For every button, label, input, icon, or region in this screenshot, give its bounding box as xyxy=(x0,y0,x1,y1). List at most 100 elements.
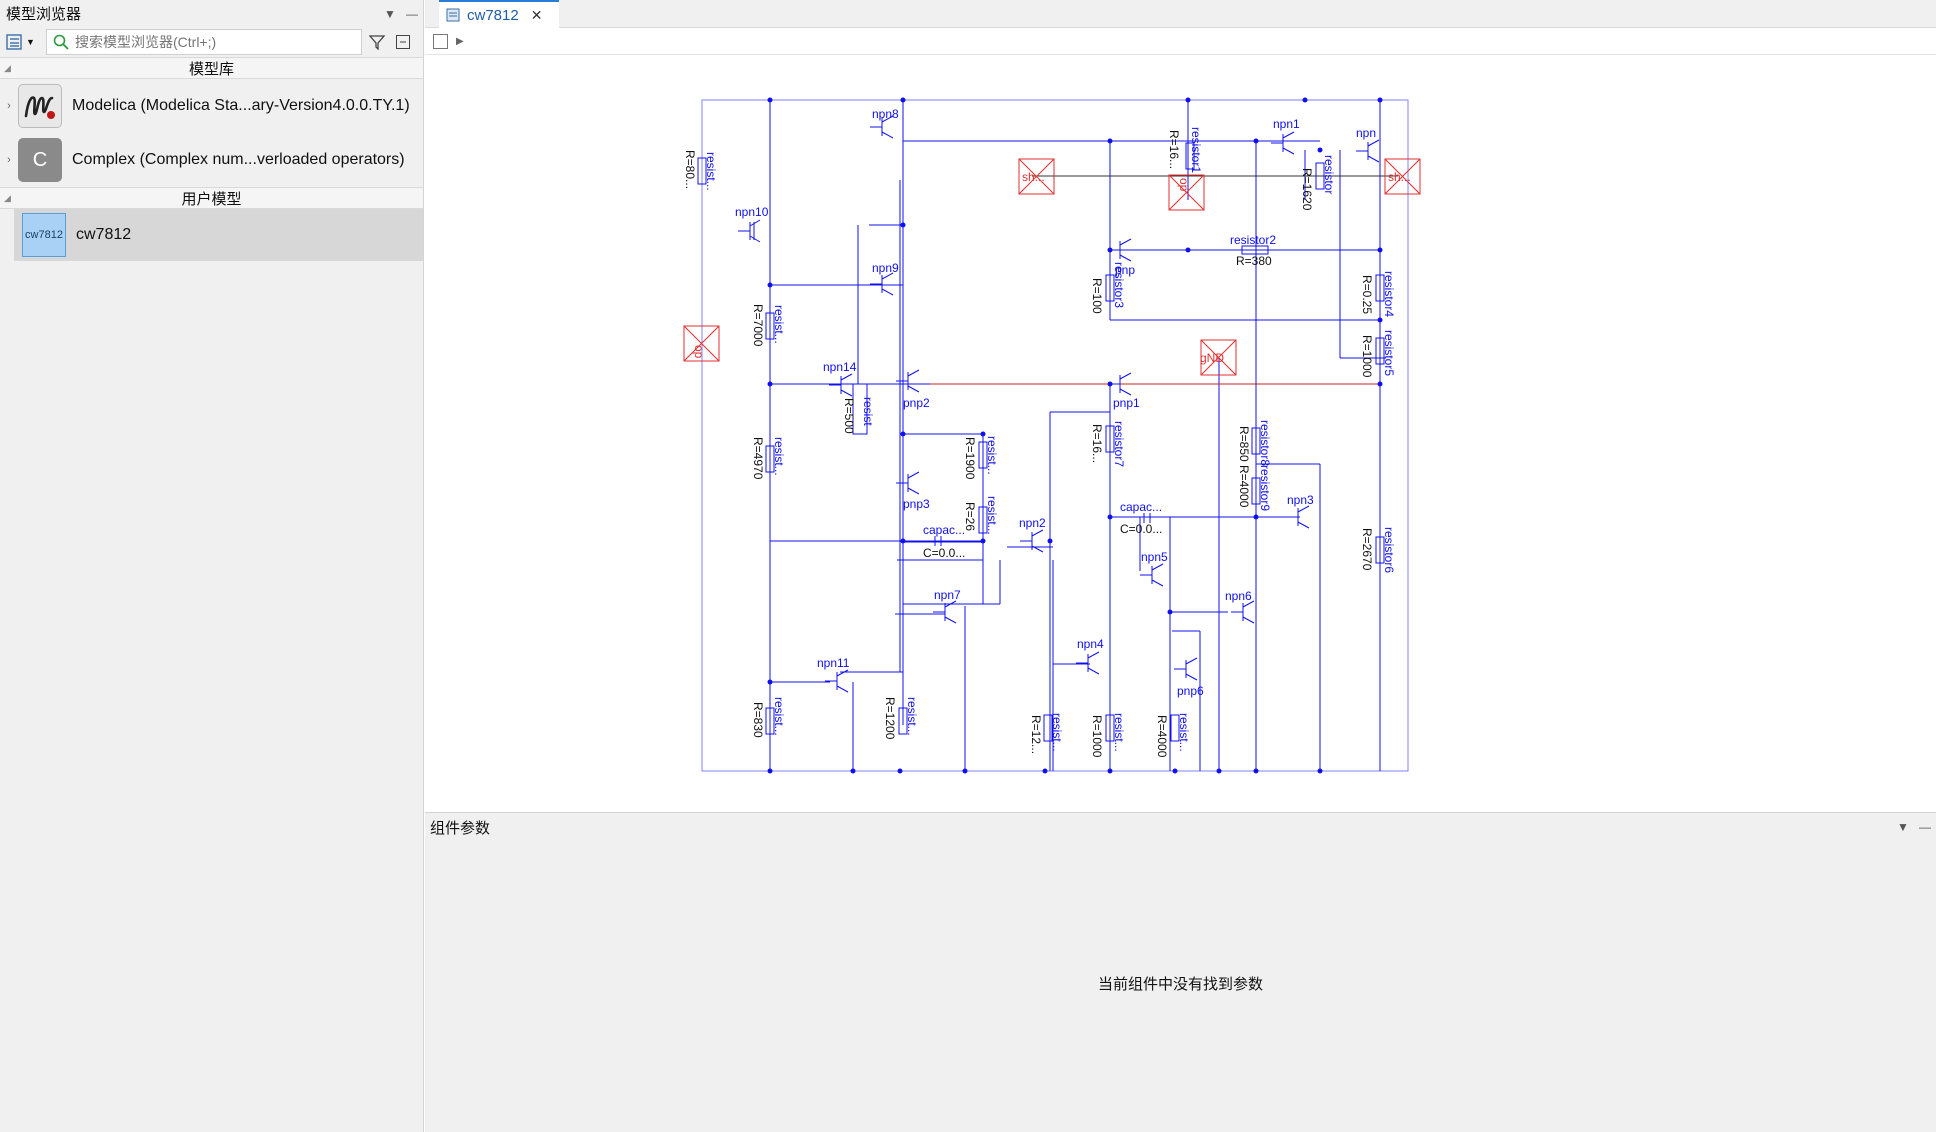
value-r4000: R=4000 xyxy=(1237,465,1251,508)
library-section-header[interactable]: ◢ 模型库 xyxy=(0,57,423,79)
value-r80: R=80... xyxy=(683,150,697,189)
search-icon xyxy=(53,34,69,50)
resistor-glyphs xyxy=(697,142,1385,742)
label-npn9: npn9 xyxy=(872,261,899,275)
label-resist: resist... xyxy=(772,305,786,344)
value-r2670: R=2670 xyxy=(1360,528,1374,571)
value-r12: R=12... xyxy=(1029,715,1043,754)
model-icon: cw7812 xyxy=(22,213,66,257)
model-browser-panel: 模型浏览器 ▼ — ▼ ◢ 模型库 xyxy=(0,0,424,1132)
user-model-label: cw7812 xyxy=(76,226,132,243)
component-params-panel: 组件参数 ▼ — 当前组件中没有找到参数 xyxy=(425,812,1936,1132)
label-resist: resist... xyxy=(772,697,786,736)
minimize-icon[interactable]: — xyxy=(401,3,423,25)
label-resistor5: resistor5 xyxy=(1382,330,1396,376)
search-box[interactable] xyxy=(46,29,362,55)
chevron-right-icon[interactable]: › xyxy=(0,100,18,112)
label-npn8: npn8 xyxy=(872,107,899,121)
chevron-down-icon: ▼ xyxy=(26,37,35,47)
value-c: C=0.0... xyxy=(923,546,965,560)
tab-label: cw7812 xyxy=(467,6,519,24)
user-models-section-header[interactable]: ◢ 用户模型 xyxy=(0,187,423,209)
value-r26: R=26 xyxy=(963,502,977,531)
label-capac-2: capac... xyxy=(1120,500,1162,514)
value-r500: R=500 xyxy=(842,398,856,434)
value-r380: R=380 xyxy=(1236,254,1272,268)
label-pnp3: pnp3 xyxy=(903,497,930,511)
label-resist: resist... xyxy=(1050,713,1064,752)
diagram-canvas[interactable]: npn8 npn10 npn9 npn14 pnp2 pnp3 npn7 npn… xyxy=(425,56,1936,812)
label-resist: resist... xyxy=(985,436,999,475)
label-npn11: npn11 xyxy=(817,656,850,670)
params-empty-message: 当前组件中没有找到参数 xyxy=(1097,976,1263,993)
label-npn1: npn1 xyxy=(1273,117,1300,131)
collapse-triangle-icon: ◢ xyxy=(4,63,11,73)
label-resistor6: resistor6 xyxy=(1382,527,1396,573)
label-pnp6: pnp6 xyxy=(1177,684,1204,698)
label-npn7: npn7 xyxy=(934,588,961,602)
value-r4970: R=4970 xyxy=(751,437,765,480)
label-sh-2: sh... xyxy=(1388,170,1411,184)
chevron-right-icon[interactable]: › xyxy=(0,154,18,166)
library-item-complex[interactable]: › C Complex (Complex num...verloaded ope… xyxy=(0,133,423,187)
play-arrow-icon[interactable]: ▶ xyxy=(456,36,464,47)
value-r1900: R=1900 xyxy=(963,437,977,480)
dropdown-icon[interactable]: ▼ xyxy=(379,3,401,25)
params-header: 组件参数 ▼ — xyxy=(425,813,1936,841)
library-item-modelica[interactable]: › Modelica (Modelica Sta...ary-Version4.… xyxy=(0,79,423,133)
label-resistor: resistor xyxy=(1322,155,1336,194)
value-c-2: C=0.0... xyxy=(1120,522,1162,536)
editor-tab-bar: cw7812 ✕ xyxy=(425,0,1936,28)
value-r1620: R=1620 xyxy=(1300,168,1314,211)
library-section-label: 模型库 xyxy=(188,60,234,78)
label-npn: npn xyxy=(1356,126,1376,140)
checkbox[interactable] xyxy=(433,34,448,49)
label-pnp1: pnp1 xyxy=(1113,396,1140,410)
label-gnd: gND xyxy=(1200,351,1224,365)
label-npn6: npn6 xyxy=(1225,589,1252,603)
value-r7000: R=7000 xyxy=(751,304,765,347)
tree-view-icon xyxy=(6,34,22,50)
value-r1000: R=1000 xyxy=(1360,335,1374,378)
model-file-icon xyxy=(446,8,460,22)
label-resistor2: resistor2 xyxy=(1230,233,1276,247)
close-icon[interactable]: ✕ xyxy=(531,7,543,24)
label-resistor7: resistor7 xyxy=(1112,421,1126,467)
label-npn14: npn14 xyxy=(823,360,857,374)
user-model-cw7812[interactable]: cw7812 cw7812 xyxy=(14,209,423,261)
label-resist: resist... xyxy=(985,496,999,535)
transistor-glyphs xyxy=(738,115,1380,693)
dropdown-icon[interactable]: ▼ xyxy=(1892,816,1914,838)
label-resist: resist... xyxy=(772,437,786,476)
label-op: op xyxy=(692,345,706,359)
filter-icon[interactable] xyxy=(366,31,388,53)
circuit-diagram[interactable]: npn8 npn10 npn9 npn14 pnp2 pnp3 npn7 npn… xyxy=(425,56,1936,812)
label-npn4: npn4 xyxy=(1077,637,1104,651)
label-resistor3: resistor3 xyxy=(1112,262,1126,308)
value-r16: R=16... xyxy=(1167,130,1181,169)
model-browser-title: 模型浏览器 xyxy=(6,6,82,23)
label-npn3: npn3 xyxy=(1287,493,1314,507)
label-resistor4: resistor4 xyxy=(1382,271,1396,317)
label-capac: capac... xyxy=(923,523,965,537)
library-label: Complex (Complex num...verloaded operato… xyxy=(72,151,405,168)
label-pnp2: pnp2 xyxy=(903,396,930,410)
view-mode-button[interactable]: ▼ xyxy=(6,30,42,54)
minimize-icon[interactable]: — xyxy=(1914,816,1936,838)
value-r850: R=850 xyxy=(1237,426,1251,462)
value-r100: R=100 xyxy=(1090,278,1104,314)
collapse-all-icon[interactable] xyxy=(392,31,414,53)
value-r4000-2: R=4000 xyxy=(1155,715,1169,758)
label-sh: sh... xyxy=(1022,170,1045,184)
label-resist: resist... xyxy=(905,697,919,736)
tab-cw7812[interactable]: cw7812 ✕ xyxy=(439,0,559,28)
user-models-section-label: 用户模型 xyxy=(181,190,242,208)
search-input[interactable] xyxy=(75,34,345,50)
value-r830: R=830 xyxy=(751,702,765,738)
label-resistor9: resistor9 xyxy=(1258,465,1272,511)
label-resist: resist... xyxy=(704,152,718,191)
library-label: Modelica (Modelica Sta...ary-Version4.0.… xyxy=(72,97,410,114)
value-r16-2: R=16... xyxy=(1090,424,1104,463)
label-resist-short: resist xyxy=(861,397,875,426)
label-resist: resist... xyxy=(1177,713,1191,752)
